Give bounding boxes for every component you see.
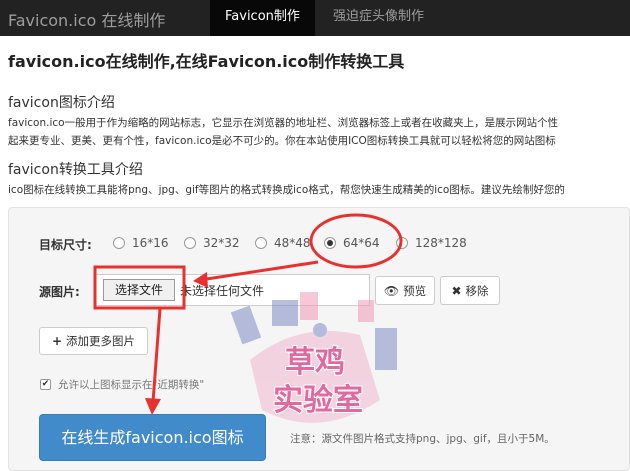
svg-text:实验室: 实验室 (273, 383, 363, 418)
watermark-stamp: 草鸡 实验室 (230, 292, 397, 423)
svg-text:草鸡: 草鸡 (285, 345, 345, 380)
